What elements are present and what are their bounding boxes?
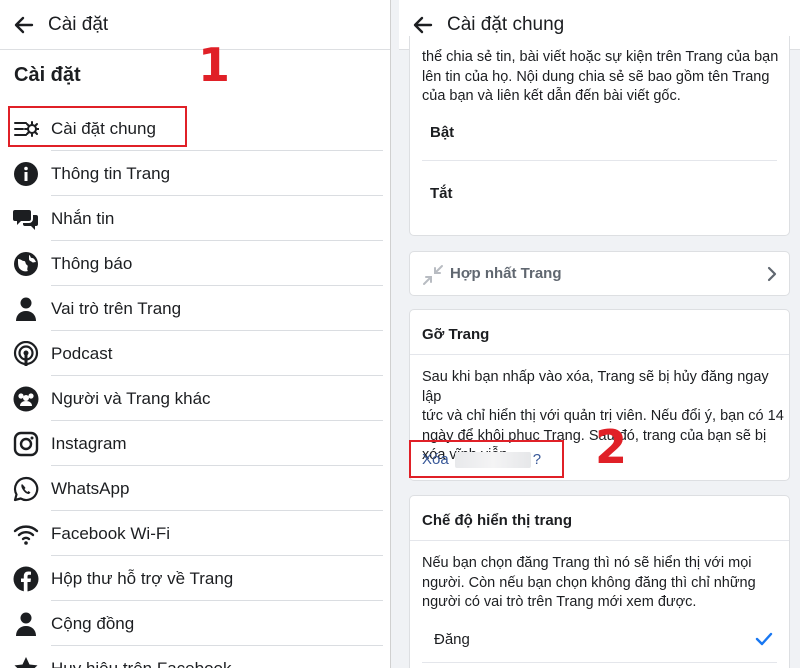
menu-item-messaging[interactable]: Nhắn tin bbox=[0, 196, 390, 241]
settings-header: Cài đặt bbox=[0, 0, 390, 50]
step-marker-1: 1 bbox=[198, 38, 231, 92]
chat-icon bbox=[12, 205, 40, 233]
menu-item-label: Vai trò trên Trang bbox=[51, 298, 182, 318]
menu-item-page-roles[interactable]: Vai trò trên Trang bbox=[0, 286, 390, 331]
menu-item-label: Nhắn tin bbox=[51, 208, 115, 228]
chevron-right-icon bbox=[767, 266, 777, 282]
share-description-line: lên tin của họ. Nội dung chia sẻ sẽ bao … bbox=[422, 68, 770, 85]
globe-icon bbox=[12, 250, 40, 278]
menu-item-label: Thông báo bbox=[51, 253, 133, 273]
info-icon bbox=[12, 160, 40, 188]
menu-item-page-info[interactable]: Thông tin Trang bbox=[0, 151, 390, 196]
visibility-description-line: Nếu bạn chọn đăng Trang thì nó sẽ hiển t… bbox=[422, 555, 752, 571]
menu-item-instagram[interactable]: Instagram bbox=[0, 421, 390, 466]
share-description: thể chia sẻ tin, bài viết hoặc sự kiện t… bbox=[422, 48, 782, 107]
people-icon bbox=[12, 385, 40, 413]
card-divider bbox=[410, 354, 789, 355]
menu-item-facebook-wifi[interactable]: Facebook Wi-Fi bbox=[0, 511, 390, 556]
option-off[interactable]: Tắt bbox=[430, 185, 453, 202]
back-arrow-icon bbox=[413, 16, 433, 33]
menu-item-community[interactable]: Cộng đồng bbox=[0, 601, 390, 646]
menu-item-label: Hộp thư hỗ trợ về Trang bbox=[51, 568, 234, 588]
visibility-description: Nếu bạn chọn đăng Trang thì nó sẽ hiển t… bbox=[422, 554, 784, 613]
remove-description-line: Sau khi bạn nhấp vào xóa, Trang sẽ bị hủ… bbox=[422, 369, 769, 405]
podcast-icon bbox=[12, 340, 40, 368]
menu-item-label: Instagram bbox=[51, 433, 127, 453]
person-icon bbox=[12, 610, 40, 638]
menu-item-label: Huy hiệu trên Facebook bbox=[51, 658, 232, 668]
step-marker-2: 2 bbox=[595, 420, 628, 474]
menu-item-people-and-pages[interactable]: Người và Trang khác bbox=[0, 376, 390, 421]
page-title: Cài đặt bbox=[14, 64, 81, 86]
option-divider bbox=[422, 160, 777, 161]
back-arrow-icon bbox=[14, 16, 34, 33]
header-title: Cài đặt bbox=[48, 13, 109, 35]
page-visibility-card: Chế độ hiển thị trang Nếu bạn chọn đăng … bbox=[409, 495, 790, 668]
menu-item-label: Cộng đồng bbox=[51, 613, 135, 633]
menu-item-label: Người và Trang khác bbox=[51, 388, 211, 408]
facebook-icon bbox=[12, 565, 40, 593]
option-on[interactable]: Bật bbox=[430, 124, 454, 141]
whatsapp-icon bbox=[12, 475, 40, 503]
visibility-description-line: người có vai trò trên Trang mới xem được… bbox=[422, 594, 697, 610]
general-settings-panel: Cài đặt chung thể chia sẻ tin, bài viết … bbox=[399, 0, 800, 668]
menu-item-support-inbox[interactable]: Hộp thư hỗ trợ về Trang bbox=[0, 556, 390, 601]
checkmark-icon bbox=[755, 632, 773, 646]
instagram-icon bbox=[12, 430, 40, 458]
menu-item-whatsapp[interactable]: WhatsApp bbox=[0, 466, 390, 511]
settings-panel: Cài đặt Cài đặt Cài đặt chung Thông tin … bbox=[0, 0, 391, 668]
menu-item-label: Podcast bbox=[51, 343, 113, 363]
menu-item-facebook-badges[interactable]: Huy hiệu trên Facebook bbox=[0, 646, 390, 668]
merge-pages-row[interactable]: Hợp nhất Trang bbox=[409, 251, 790, 296]
highlight-box-general-settings bbox=[8, 106, 187, 147]
menu-item-notifications[interactable]: Thông báo bbox=[0, 241, 390, 286]
wifi-icon bbox=[12, 520, 40, 548]
panel-gap bbox=[391, 0, 399, 668]
visibility-title: Chế độ hiển thị trang bbox=[422, 512, 572, 529]
menu-item-label: Facebook Wi-Fi bbox=[51, 523, 171, 543]
back-button[interactable] bbox=[0, 0, 48, 50]
share-description-line: thể chia sẻ tin, bài viết hoặc sự kiện t… bbox=[422, 49, 779, 65]
merge-icon bbox=[423, 265, 443, 285]
menu-item-label: WhatsApp bbox=[51, 478, 130, 498]
share-description-line: của bạn và liên kết dẫn đến bài viết gốc… bbox=[422, 88, 681, 104]
publish-label: Đăng bbox=[434, 631, 470, 648]
card-divider bbox=[410, 540, 789, 541]
menu-item-podcast[interactable]: Podcast bbox=[0, 331, 390, 376]
share-settings-card: thể chia sẻ tin, bài viết hoặc sự kiện t… bbox=[409, 36, 790, 236]
remove-page-title: Gỡ Trang bbox=[422, 326, 490, 343]
header-title: Cài đặt chung bbox=[447, 13, 565, 35]
person-icon bbox=[12, 295, 40, 323]
visibility-description-line: người. Còn nếu bạn chọn không đăng thì c… bbox=[422, 574, 756, 591]
option-divider bbox=[422, 662, 777, 663]
badge-icon bbox=[12, 655, 40, 668]
merge-pages-label: Hợp nhất Trang bbox=[450, 265, 562, 282]
publish-option[interactable]: Đăng bbox=[410, 624, 789, 658]
highlight-box-delete-link bbox=[409, 440, 564, 478]
menu-item-label: Thông tin Trang bbox=[51, 163, 171, 183]
settings-menu: Cài đặt chung Thông tin Trang Nhắn tin T… bbox=[0, 106, 390, 668]
